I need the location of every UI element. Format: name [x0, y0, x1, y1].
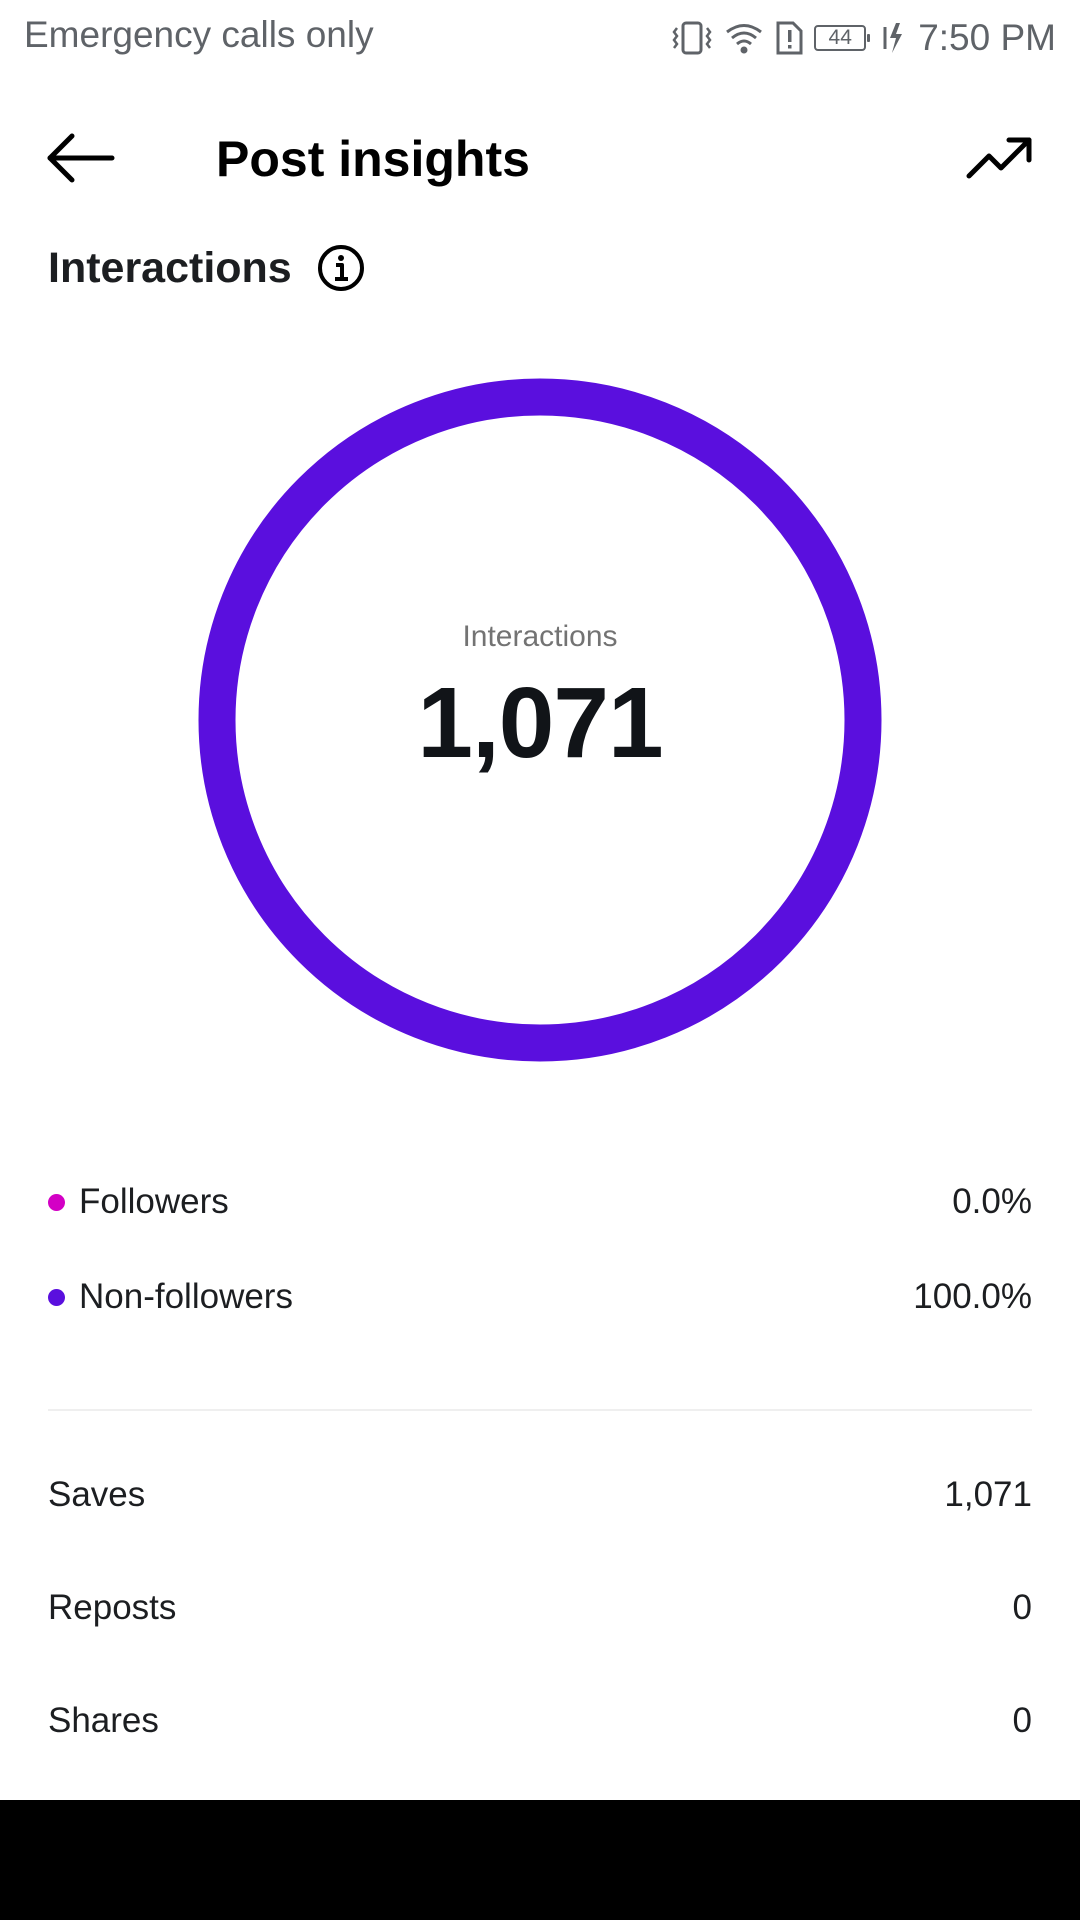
legend-key: Non-followers — [48, 1277, 293, 1317]
clock: 7:50 PM — [918, 16, 1056, 58]
carrier-text: Emergency calls only — [24, 14, 374, 55]
legend-key: Followers — [48, 1182, 229, 1222]
donut-center: Interactions 1,071 — [198, 378, 882, 1062]
battery-icon: 44 — [814, 24, 871, 51]
legend-dot-followers — [48, 1193, 65, 1211]
donut-label: Interactions — [462, 619, 618, 653]
page-title: Post insights — [216, 131, 530, 187]
legend-label: Non-followers — [79, 1277, 293, 1316]
charging-icon — [882, 21, 904, 55]
section-heading: Interactions — [48, 238, 366, 298]
legend-row-non-followers: Non-followers 100.0% — [48, 1267, 1032, 1327]
donut-total-value: 1,071 — [417, 666, 663, 779]
metric-row-shares: Shares 0 — [48, 1691, 1032, 1751]
section-title: Interactions — [48, 243, 292, 292]
sim-alert-icon — [774, 20, 804, 56]
divider — [48, 1409, 1032, 1411]
metric-row-reposts: Reposts 0 — [48, 1578, 1032, 1638]
wifi-icon — [724, 21, 764, 55]
legend-value: 0.0% — [952, 1182, 1032, 1221]
header: Post insights — [0, 100, 1080, 215]
back-arrow-icon — [47, 133, 115, 183]
vibrate-icon — [670, 20, 714, 56]
metric-label: Shares — [48, 1701, 159, 1740]
status-icons: 44 7:50 PM — [670, 10, 1056, 65]
metric-value: 0 — [1012, 1588, 1032, 1627]
legend-dot-non-followers — [48, 1288, 65, 1306]
legend-label: Followers — [79, 1182, 229, 1221]
status-bar: Emergency calls only 44 7:50 PM — [0, 0, 1080, 75]
system-navigation-bar — [0, 1800, 1080, 1920]
legend-value: 100.0% — [913, 1277, 1032, 1316]
metric-value: 0 — [1012, 1701, 1032, 1740]
info-button[interactable] — [316, 243, 366, 293]
metric-value: 1,071 — [944, 1475, 1032, 1514]
back-button[interactable] — [40, 126, 120, 190]
info-icon — [317, 245, 364, 291]
metric-row-saves: Saves 1,071 — [48, 1465, 1032, 1525]
legend-row-followers: Followers 0.0% — [48, 1172, 1032, 1232]
metric-label: Saves — [48, 1475, 146, 1514]
interactions-donut-chart: Interactions 1,071 — [198, 378, 882, 1062]
trending-up-icon — [966, 137, 1032, 179]
metric-label: Reposts — [48, 1588, 177, 1627]
screen: Emergency calls only 44 7:50 PM Post ins… — [0, 0, 1080, 1800]
trends-button[interactable] — [960, 126, 1040, 190]
